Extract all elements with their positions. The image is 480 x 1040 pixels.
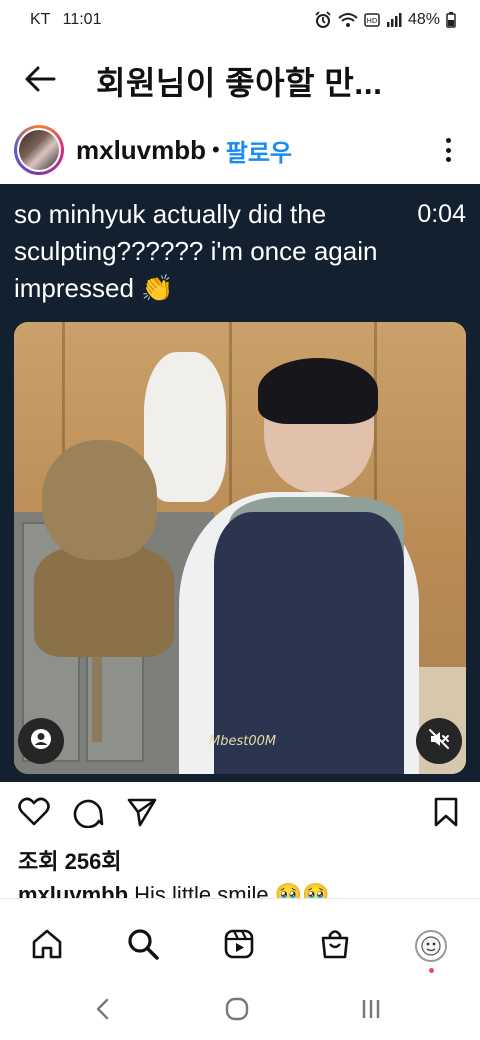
system-navigation xyxy=(0,982,480,1040)
system-recents-button[interactable] xyxy=(354,994,388,1028)
caption-text: His little smile 🥹🥹 xyxy=(134,882,330,898)
view-count: 조회 256회 xyxy=(18,849,122,874)
scene-person-hair xyxy=(258,358,378,424)
scene-clay-bust-head xyxy=(42,440,157,560)
more-options-button[interactable] xyxy=(436,134,460,166)
notification-dot xyxy=(429,968,434,973)
reels-icon xyxy=(223,928,255,965)
like-button[interactable] xyxy=(16,796,52,832)
shop-icon xyxy=(319,928,351,965)
separator-dot: • xyxy=(212,137,220,162)
caption-preview[interactable]: mxluvmbb His little smile 🥹🥹 xyxy=(18,882,330,898)
more-dot xyxy=(445,147,451,153)
status-left: KT 11:01 xyxy=(30,11,101,29)
bottom-navigation xyxy=(0,898,480,982)
scene-stand xyxy=(92,652,102,742)
svg-text:HD: HD xyxy=(367,17,378,25)
status-right: HD 48% xyxy=(314,11,456,29)
hd-icon: HD xyxy=(364,12,380,28)
avatar-ring xyxy=(17,128,61,172)
video-caption: so minhyuk actually did the sculpting???… xyxy=(14,199,378,303)
back-icon xyxy=(94,997,112,1026)
video-post[interactable]: so minhyuk actually did the sculpting???… xyxy=(0,184,480,782)
post-header: mxluvmbb • 팔로우 xyxy=(0,118,480,182)
heart-icon xyxy=(18,797,50,832)
status-bar: KT 11:01 HD 48% xyxy=(0,0,480,40)
mute-button[interactable] xyxy=(416,718,462,764)
save-button[interactable] xyxy=(428,796,464,832)
home-circle-icon xyxy=(225,997,249,1026)
comment-icon xyxy=(72,796,104,833)
scene-clay-bust-body xyxy=(34,547,174,657)
muted-speaker-icon xyxy=(427,727,451,756)
carrier-label: KT xyxy=(30,11,51,28)
author-avatar[interactable] xyxy=(14,125,64,175)
share-button[interactable] xyxy=(124,796,160,832)
avatar-image xyxy=(19,130,59,170)
wifi-icon xyxy=(338,12,358,28)
more-dot xyxy=(445,138,451,143)
more-dot xyxy=(445,157,451,162)
nav-shop[interactable] xyxy=(318,929,352,963)
battery-label: 48% xyxy=(407,11,440,28)
user-tag-button[interactable] xyxy=(18,718,64,764)
video-frame[interactable]: Mbest00M xyxy=(14,322,466,774)
recents-icon xyxy=(359,997,383,1026)
send-icon xyxy=(126,797,158,832)
nav-profile[interactable] xyxy=(414,929,448,963)
clock: 11:01 xyxy=(62,11,102,28)
page-title: 회원님이 좋아할 만... xyxy=(96,65,383,101)
scene-plaster-bust xyxy=(144,352,226,502)
alarm-icon xyxy=(314,11,332,29)
system-home-button[interactable] xyxy=(220,994,254,1028)
back-arrow-icon xyxy=(24,65,56,98)
back-button[interactable] xyxy=(0,46,80,116)
comment-button[interactable] xyxy=(70,796,106,832)
search-icon xyxy=(127,928,159,965)
video-watermark: Mbest00M xyxy=(209,734,277,749)
post-actions xyxy=(0,790,480,840)
battery-icon xyxy=(446,12,456,28)
system-back-button[interactable] xyxy=(86,994,120,1028)
nav-search[interactable] xyxy=(126,928,160,965)
signal-icon xyxy=(386,12,402,28)
bookmark-icon xyxy=(433,797,459,832)
home-icon xyxy=(31,929,63,964)
top-header: 회원님이 좋아할 만... xyxy=(0,46,480,116)
author-username[interactable]: mxluvmbb xyxy=(76,135,206,166)
nav-home[interactable] xyxy=(30,929,64,963)
follow-button[interactable]: 팔로우 xyxy=(226,133,292,168)
video-timer: 0:04 xyxy=(417,200,466,228)
nav-reels[interactable] xyxy=(222,929,256,963)
profile-avatar xyxy=(415,930,447,962)
user-tag-icon xyxy=(30,728,52,755)
caption-username[interactable]: mxluvmbb xyxy=(18,882,128,898)
